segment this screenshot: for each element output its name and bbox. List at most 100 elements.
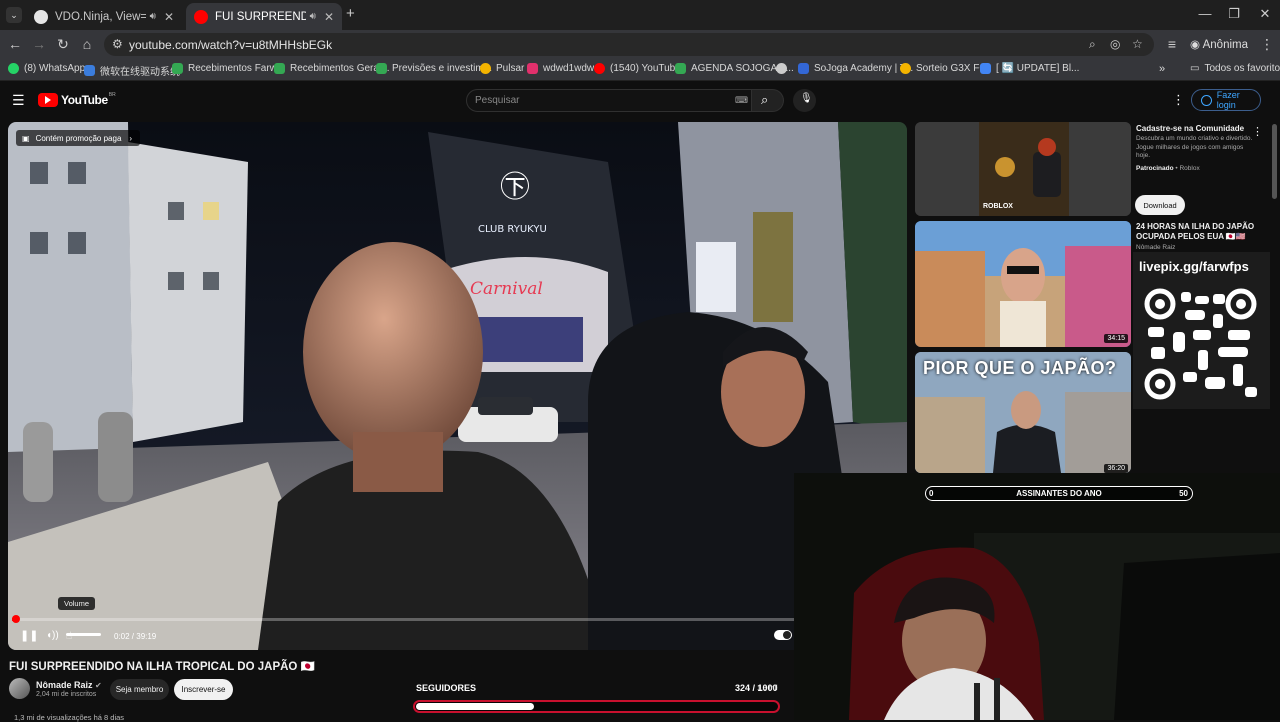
video-frame: ㊦ CLUB RYUKYU Carnival xyxy=(8,122,907,650)
url-text: youtube.com/watch?v=u8tMHHsbEGk xyxy=(129,38,333,52)
pulsar-icon xyxy=(480,63,491,74)
goal-label: ASSINANTES DO ANO xyxy=(1016,489,1102,498)
video-player[interactable]: ㊦ CLUB RYUKYU Carnival xyxy=(8,122,907,650)
tab-vdo-ninja[interactable]: VDO.Ninja, View=tjh2SHc 🔊︎ ✕ xyxy=(26,3,182,30)
hamburger-menu-icon[interactable]: ☰ xyxy=(12,92,25,109)
promo-label: Contém promoção paga xyxy=(35,133,122,143)
docs-icon xyxy=(980,63,991,74)
incognito-label: Anônima xyxy=(1202,39,1248,51)
bookmark-item[interactable]: [ 🔄 UPDATE] Bl... xyxy=(980,63,1079,74)
channel-name[interactable]: Nômade Raiz ✔ xyxy=(36,680,102,690)
followers-progress-fill xyxy=(416,703,534,710)
zoom-icon[interactable]: ⌕ xyxy=(1089,37,1096,52)
volume-icon[interactable]: ◖)) xyxy=(46,630,59,641)
incognito-indicator[interactable]: ◉ Anônima xyxy=(1190,37,1248,51)
join-membership-button[interactable]: Seja membro xyxy=(110,679,169,700)
youtube-play-icon xyxy=(38,93,58,107)
channel-avatar[interactable] xyxy=(9,678,30,699)
forward-arrow-icon[interactable]: → xyxy=(29,36,49,52)
video-progress-bar[interactable] xyxy=(12,618,903,621)
account-icon xyxy=(1201,94,1212,106)
bookmark-label: Recebimentos Geral... xyxy=(290,63,390,74)
speaker-icon: 🔊︎ xyxy=(149,11,156,22)
bookmark-item[interactable]: Sorteio G3X FC xyxy=(900,63,987,74)
media-controls-icon[interactable]: ≡ xyxy=(1162,36,1182,52)
ad-sponsor-line: Patrocinado • Roblox xyxy=(1136,165,1200,174)
channel-name-text: Nômade Raiz xyxy=(36,680,93,690)
video-thumbnail[interactable]: PIOR QUE O JAPÃO? 36:20 xyxy=(915,352,1131,473)
tab-youtube-video[interactable]: FUI SURPREENDIDO NA ILHA 🔊︎ ✕ xyxy=(186,3,342,30)
page-scrollbar[interactable] xyxy=(1272,124,1277,199)
video-thumbnail[interactable]: 34:15 xyxy=(915,221,1131,347)
bookmark-item[interactable]: (1540) YouTube xyxy=(594,63,681,74)
subscribe-button[interactable]: Inscrever-se xyxy=(174,679,233,700)
progress-scrubber[interactable] xyxy=(12,615,20,623)
browser-toolbar: ← → ↻ ⌂ ⚙ youtube.com/watch?v=u8tMHHsbEG… xyxy=(0,30,1280,59)
ad-more-options-icon[interactable]: ⋮ xyxy=(1252,125,1263,138)
bookmark-item[interactable]: (8) WhatsApp xyxy=(8,63,85,74)
eye-off-icon[interactable]: ◎ xyxy=(1110,37,1120,51)
autoplay-toggle[interactable] xyxy=(774,630,792,640)
address-bar[interactable]: ⚙ youtube.com/watch?v=u8tMHHsbEGk ⌕ ◎ ☆ xyxy=(104,33,1154,56)
pause-icon[interactable]: ❚❚ xyxy=(20,629,38,642)
tab-search-button[interactable]: ⌄ xyxy=(6,7,22,23)
minimize-icon[interactable]: — xyxy=(1190,6,1220,21)
ad-description: Descubra um mundo criativo e divertido. … xyxy=(1136,135,1253,159)
bookmark-item[interactable]: SoJoga Academy | T... xyxy=(798,63,913,74)
livepix-widget xyxy=(1133,252,1270,409)
bookmark-item[interactable]: 微软在线驱动系统 xyxy=(84,63,180,78)
bookmark-label: (8) WhatsApp xyxy=(24,63,86,74)
close-tab-icon[interactable]: ✕ xyxy=(324,10,334,24)
bookmark-item[interactable]: wdwd1wdw xyxy=(527,63,594,74)
bookmark-item[interactable]: Recebimentos Geral... xyxy=(274,63,390,74)
youtube-favicon-icon xyxy=(194,9,208,24)
search-input[interactable]: Pesquisar ⌨ xyxy=(466,89,752,112)
home-icon[interactable]: ⌂ xyxy=(77,36,97,52)
ad-download-button[interactable]: Download xyxy=(1135,195,1185,215)
bookmark-item[interactable]: Previsões e investim... xyxy=(376,63,492,74)
more-bookmarks-icon[interactable]: » xyxy=(1159,63,1165,75)
bookmark-item[interactable]: Recebimentos Farw... xyxy=(172,63,285,74)
thumbnail-text: PIOR QUE O JAPÃO? xyxy=(923,358,1117,378)
search-icon: ⌕ xyxy=(761,92,769,107)
time-display: 0:02 / 39:19 xyxy=(114,632,157,641)
restore-icon[interactable]: ❐ xyxy=(1219,6,1249,22)
video-title-link[interactable]: 24 HORAS NA ILHA DO JAPÃO OCUPADA PELOS … xyxy=(1136,222,1256,242)
back-arrow-icon[interactable]: ← xyxy=(5,36,25,52)
ad-thumbnail[interactable]: ROBLOX xyxy=(915,122,1131,216)
paid-promotion-badge[interactable]: ▣ Contém promoção paga › xyxy=(16,130,141,146)
all-bookmarks-folder[interactable]: ▭ Todos os favoritos xyxy=(1190,63,1280,74)
svg-text:㊦: ㊦ xyxy=(500,170,530,205)
instagram-icon xyxy=(527,63,538,74)
browser-menu-icon[interactable]: ⋮ xyxy=(1257,36,1277,53)
voice-search-button[interactable]: 🎙︎ xyxy=(793,89,816,112)
bookmark-star-icon[interactable]: ☆ xyxy=(1132,37,1143,51)
bookmark-item[interactable]: Pulsar xyxy=(480,63,524,74)
bookmark-item[interactable] xyxy=(776,63,792,74)
youtube-icon xyxy=(594,63,605,74)
settings-menu-icon[interactable]: ⋮ xyxy=(1172,92,1185,108)
bookmark-label: wdwd1wdw xyxy=(543,63,595,74)
bookmarks-bar: (8) WhatsApp 微软在线驱动系统 Recebimentos Farw.… xyxy=(0,59,1280,81)
svg-text:CLUB RYUKYU: CLUB RYUKYU xyxy=(478,224,547,235)
search-button[interactable]: ⌕ xyxy=(752,89,784,112)
youtube-logo[interactable]: YouTube BR xyxy=(38,92,116,107)
reload-icon[interactable]: ↻ xyxy=(53,36,73,53)
keyboard-icon[interactable]: ⌨ xyxy=(735,95,748,106)
view-count: 1,3 mi de visualizações há 8 dias xyxy=(14,713,125,722)
close-window-icon[interactable]: ✕ xyxy=(1250,6,1280,22)
roblox-ad-image xyxy=(915,122,1131,216)
new-tab-button[interactable]: + xyxy=(346,5,355,22)
ad-title[interactable]: Cadastre-se na Comunidade xyxy=(1136,124,1244,134)
close-tab-icon[interactable]: ✕ xyxy=(164,10,174,24)
globe-icon xyxy=(776,63,787,74)
site-info-icon[interactable]: ⚙ xyxy=(112,37,123,51)
login-button[interactable]: Fazer login xyxy=(1191,89,1261,111)
video-title: FUI SURPREENDIDO NA ILHA TROPICAL DO JAP… xyxy=(9,661,315,673)
advertiser-name: • Roblox xyxy=(1175,165,1200,172)
ad-thumb-label: ROBLOX xyxy=(983,203,1013,210)
browser-tab-bar: ⌄ VDO.Ninja, View=tjh2SHc 🔊︎ ✕ FUI SURPR… xyxy=(0,0,1280,30)
academy-icon xyxy=(798,63,809,74)
search-placeholder: Pesquisar xyxy=(475,95,520,106)
speaker-icon: 🔊︎ xyxy=(309,11,316,22)
